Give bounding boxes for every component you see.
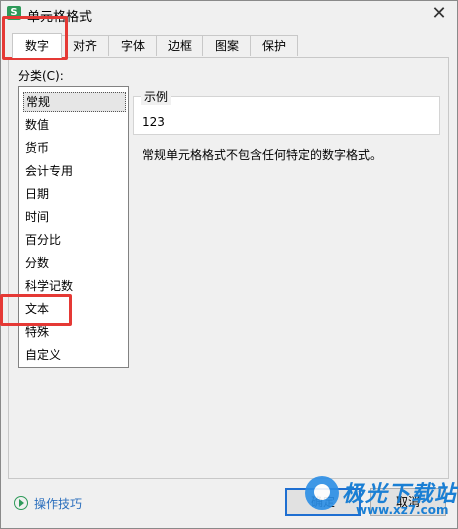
watermark-url: www.xz7.com — [356, 503, 449, 517]
tab-font[interactable]: 字体 — [108, 35, 158, 56]
tab-pattern[interactable]: 图案 — [202, 35, 252, 56]
tab-protection[interactable]: 保护 — [250, 35, 298, 56]
close-icon[interactable]: ✕ — [429, 4, 449, 24]
tips-link[interactable]: 操作技巧 — [34, 495, 82, 512]
list-item-general[interactable]: 常规 — [23, 92, 126, 112]
highlight-box-text-item — [0, 294, 72, 326]
tab-border[interactable]: 边框 — [156, 35, 204, 56]
format-description: 常规单元格格式不包含任何特定的数字格式。 — [142, 148, 383, 162]
sample-box — [133, 96, 440, 135]
list-item-scientific[interactable]: 科学记数 — [23, 276, 126, 296]
list-item-time[interactable]: 时间 — [23, 207, 126, 227]
watermark-logo — [305, 476, 339, 510]
tab-number[interactable]: 数字 — [12, 33, 62, 58]
list-item-percentage[interactable]: 百分比 — [23, 230, 126, 250]
list-item-accounting[interactable]: 会计专用 — [23, 161, 126, 181]
list-item-number[interactable]: 数值 — [23, 115, 126, 135]
sample-value: 123 — [142, 115, 165, 129]
list-item-currency[interactable]: 货币 — [23, 138, 126, 158]
list-item-fraction[interactable]: 分数 — [23, 253, 126, 273]
title-bar: S 单元格格式 ✕ — [1, 1, 457, 27]
category-label: 分类(C): — [18, 69, 64, 83]
sample-legend: 示例 — [141, 88, 172, 105]
list-item-custom[interactable]: 自定义 — [23, 345, 126, 365]
play-icon[interactable] — [14, 496, 28, 510]
list-item-date[interactable]: 日期 — [23, 184, 126, 204]
